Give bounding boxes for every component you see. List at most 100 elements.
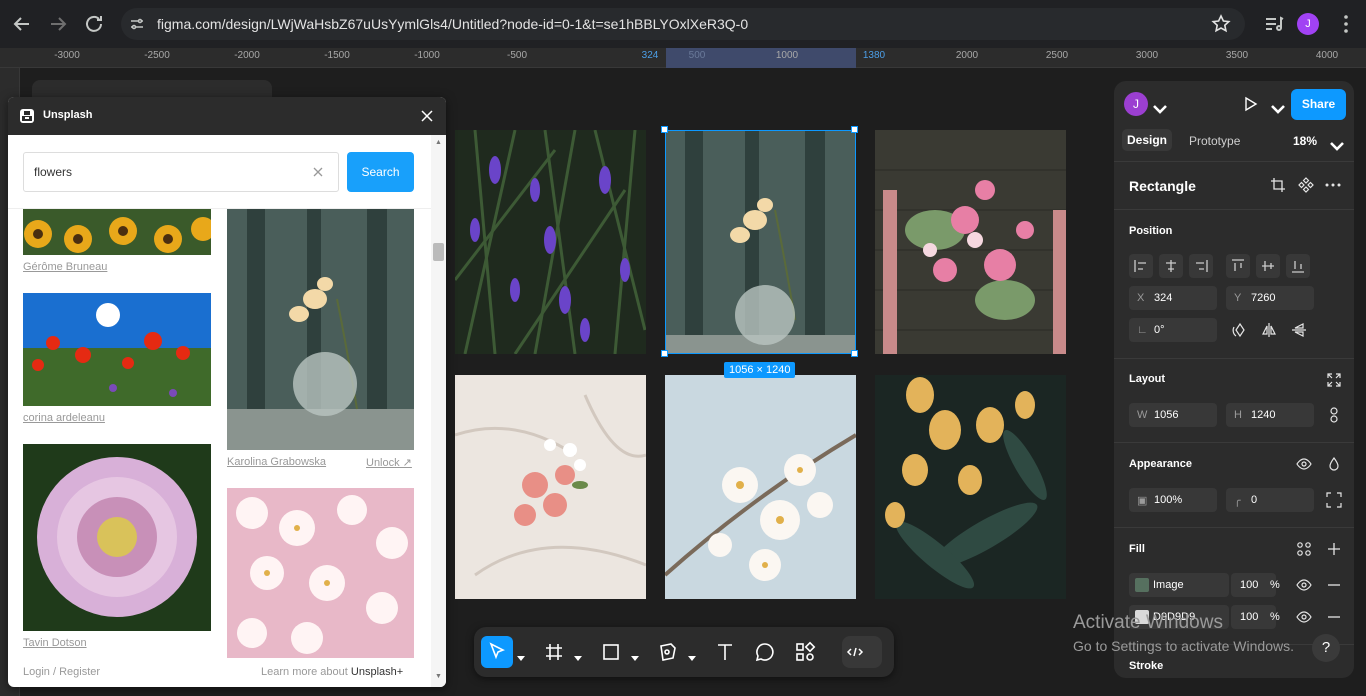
unlock-link[interactable]: Unlock ↗ (366, 456, 412, 469)
chevron-down-icon[interactable] (1329, 137, 1344, 151)
photo-credit-link[interactable]: Tavin Dotson (23, 637, 87, 649)
opacity-field[interactable]: ▣ 100% (1129, 488, 1217, 512)
dev-mode-toggle[interactable] (842, 636, 882, 668)
canvas-image-bed-bouquet[interactable] (455, 375, 646, 599)
result-image-poppies[interactable] (23, 293, 211, 406)
back-icon[interactable] (10, 12, 34, 36)
chevron-down-icon[interactable] (517, 649, 525, 661)
align-right-icon[interactable] (1189, 254, 1213, 278)
remove-fill-icon[interactable] (1326, 577, 1342, 593)
add-fill-icon[interactable] (1326, 541, 1342, 557)
eye-icon[interactable] (1296, 456, 1312, 472)
more-menu-icon[interactable] (1334, 12, 1358, 36)
result-image-pink-blossoms[interactable] (227, 488, 414, 658)
bookmark-star-icon[interactable] (1211, 14, 1231, 34)
align-top-icon[interactable] (1226, 254, 1250, 278)
clear-search-icon[interactable] (311, 165, 325, 179)
user-avatar[interactable]: J (1124, 92, 1148, 116)
rectangle-tool-button[interactable] (595, 636, 627, 668)
result-image-dahlia[interactable] (23, 444, 211, 631)
plugin-header[interactable]: Unsplash (8, 97, 446, 135)
height-field[interactable]: H 1240 (1226, 403, 1314, 427)
share-button[interactable]: Share (1291, 89, 1346, 120)
photo-credit-link[interactable]: Gérôme Bruneau (23, 261, 107, 273)
align-left-icon[interactable] (1129, 254, 1153, 278)
styles-grid-icon[interactable] (1296, 541, 1312, 557)
fill-row-image[interactable]: Image (1129, 573, 1229, 597)
photo-credit-link[interactable]: Karolina Grabowska (227, 456, 326, 468)
constrain-proportions-icon[interactable] (1326, 407, 1342, 423)
login-register-link[interactable]: Login / Register (23, 666, 100, 678)
scroll-down-icon[interactable]: ▼ (435, 673, 442, 680)
scrollbar-thumb[interactable] (433, 243, 444, 261)
search-input-value[interactable]: flowers (34, 165, 72, 179)
chevron-down-icon[interactable] (574, 649, 582, 661)
align-horizontal-center-icon[interactable] (1159, 254, 1183, 278)
close-icon[interactable] (419, 108, 435, 124)
y-position-field[interactable]: Y 7260 (1226, 286, 1314, 310)
y-field-value[interactable]: 7260 (1251, 292, 1275, 304)
chevron-down-icon[interactable] (631, 649, 639, 661)
corner-radius-field[interactable]: ╭ 0 (1226, 488, 1314, 512)
result-image-freesia-vase[interactable] (227, 209, 414, 450)
url-text[interactable]: figma.com/design/LWjWaHsbZ67uUsYymlGls4/… (157, 16, 748, 32)
search-input[interactable]: flowers (23, 152, 339, 192)
address-bar[interactable]: figma.com/design/LWjWaHsbZ67uUsYymlGls4/… (121, 8, 1245, 40)
result-image-sunflowers[interactable] (23, 209, 211, 255)
flip-vertical-icon[interactable] (1291, 322, 1307, 338)
forward-icon[interactable] (46, 12, 70, 36)
rotate-icon[interactable] (1232, 322, 1248, 338)
individual-corners-icon[interactable] (1326, 492, 1342, 508)
crop-icon[interactable] (1270, 177, 1286, 193)
frame-tool-button[interactable] (538, 636, 570, 668)
chevron-down-icon[interactable] (688, 649, 696, 661)
tab-prototype[interactable]: Prototype (1189, 134, 1240, 148)
tab-design[interactable]: Design (1122, 129, 1172, 151)
rotation-field[interactable]: ∟ 0° (1129, 318, 1217, 342)
zoom-level[interactable]: 18% (1293, 134, 1317, 148)
corner-radius-value[interactable]: 0 (1251, 494, 1257, 506)
opacity-field-value[interactable]: 100% (1154, 494, 1182, 506)
w-field-value[interactable]: 1056 (1154, 409, 1178, 421)
plugin-scrollbar[interactable]: ▲ ▼ (431, 135, 446, 687)
present-play-icon[interactable] (1242, 96, 1258, 112)
reload-icon[interactable] (82, 12, 106, 36)
fill-opacity-field[interactable]: 100% (1231, 605, 1280, 629)
h-field-value[interactable]: 1240 (1251, 409, 1275, 421)
move-tool-button[interactable] (481, 636, 513, 668)
canvas-image-white-blossom[interactable] (665, 375, 856, 599)
resize-handle-bottom-right[interactable] (851, 350, 858, 357)
chevron-down-icon[interactable] (1270, 100, 1285, 114)
canvas-image-pink-bouquet[interactable] (875, 130, 1066, 354)
component-icon[interactable] (1298, 177, 1314, 193)
chevron-down-icon[interactable] (1152, 100, 1167, 114)
photo-credit-link[interactable]: corina ardeleanu (23, 412, 105, 424)
more-options-icon[interactable] (1325, 177, 1341, 193)
fill-opacity-value[interactable]: 100 (1240, 611, 1258, 623)
eye-icon[interactable] (1296, 577, 1312, 593)
search-button[interactable]: Search (347, 152, 414, 192)
canvas-image-lavender[interactable] (455, 130, 646, 354)
rotation-field-value[interactable]: 0° (1154, 324, 1165, 336)
auto-layout-icon[interactable] (1326, 372, 1342, 388)
resize-handle-top-left[interactable] (661, 126, 668, 133)
media-control-icon[interactable] (1262, 12, 1286, 36)
pen-tool-button[interactable] (652, 636, 684, 668)
width-field[interactable]: W 1056 (1129, 403, 1217, 427)
actions-tool-button[interactable] (789, 636, 821, 668)
canvas-image-freesia-vase[interactable] (665, 130, 856, 354)
align-bottom-icon[interactable] (1286, 254, 1310, 278)
unsplash-plus-link[interactable]: Unsplash+ (351, 666, 403, 678)
x-position-field[interactable]: X 324 (1129, 286, 1217, 310)
canvas-image-yellow-tulips[interactable] (875, 375, 1066, 599)
fill-name[interactable]: Image (1153, 579, 1184, 591)
image-fill-swatch[interactable] (1135, 578, 1149, 592)
help-button[interactable]: ? (1312, 634, 1340, 662)
x-field-value[interactable]: 324 (1154, 292, 1172, 304)
text-tool-button[interactable] (709, 636, 741, 668)
site-settings-icon[interactable] (129, 16, 145, 32)
fill-opacity-value[interactable]: 100 (1240, 579, 1258, 591)
profile-avatar[interactable]: J (1297, 13, 1319, 35)
eye-icon[interactable] (1296, 609, 1312, 625)
resize-handle-bottom-left[interactable] (661, 350, 668, 357)
